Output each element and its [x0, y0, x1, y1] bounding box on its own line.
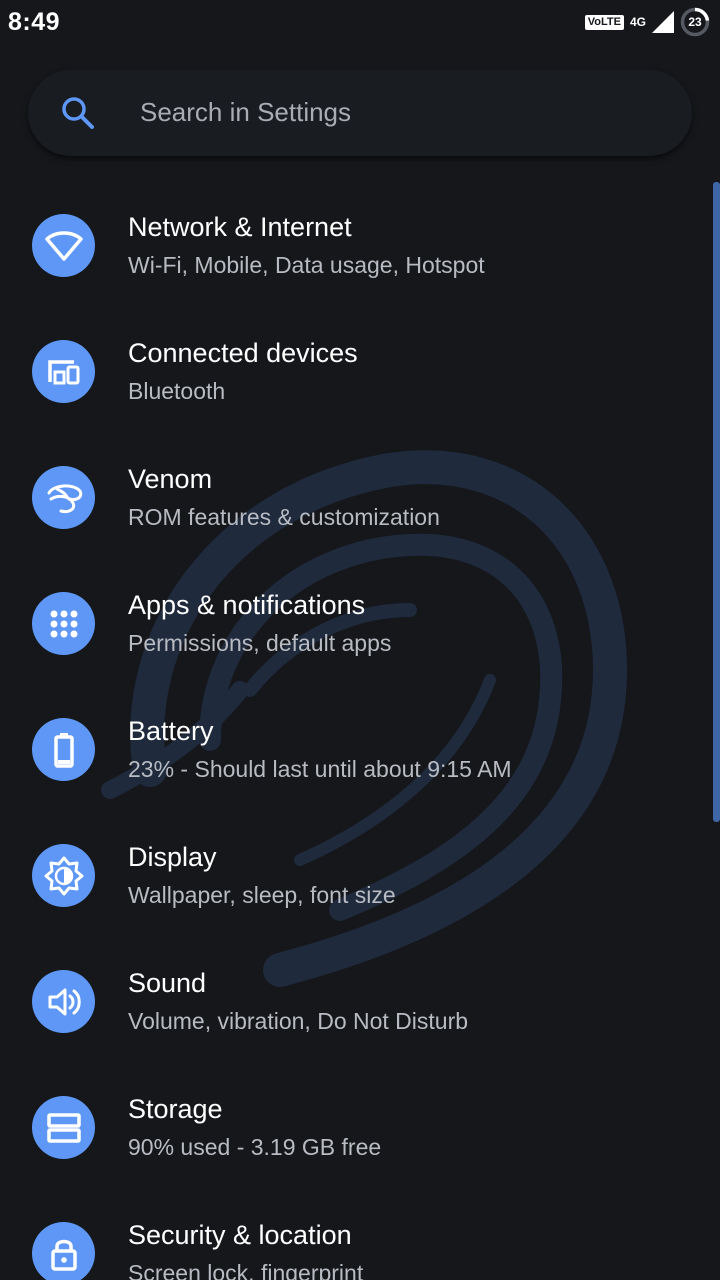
- battery-icon: [32, 718, 95, 781]
- item-title: Security & location: [128, 1220, 352, 1250]
- search-bar[interactable]: Search in Settings: [28, 70, 692, 156]
- search-icon: [62, 97, 94, 129]
- settings-item-security[interactable]: Security & location Screen lock, fingerp…: [0, 1190, 712, 1280]
- battery-ring-icon: 23: [680, 7, 710, 37]
- volume-icon: [32, 970, 95, 1033]
- battery-level-text: 23: [688, 15, 702, 29]
- settings-item-apps[interactable]: Apps & notifications Permissions, defaul…: [0, 560, 712, 686]
- item-title: Storage: [128, 1094, 223, 1124]
- settings-screen: 8:49 VoLTE 4G 23 Search in Settings Netw…: [0, 0, 720, 1280]
- settings-item-sound[interactable]: Sound Volume, vibration, Do Not Disturb: [0, 938, 712, 1064]
- status-icons: VoLTE 4G 23: [584, 6, 710, 38]
- cell-signal-icon: [652, 11, 674, 33]
- lock-icon: [32, 1222, 95, 1280]
- settings-item-storage[interactable]: Storage 90% used - 3.19 GB free: [0, 1064, 712, 1190]
- status-time: 8:49: [8, 8, 61, 36]
- item-title: Battery: [128, 716, 214, 746]
- item-title: Network & Internet: [128, 212, 352, 242]
- item-summary: ROM features & customization: [128, 504, 440, 530]
- settings-list: Network & Internet Wi-Fi, Mobile, Data u…: [0, 182, 712, 1280]
- item-summary: Permissions, default apps: [128, 630, 392, 656]
- search-placeholder: Search in Settings: [140, 97, 352, 127]
- settings-item-connected-devices[interactable]: Connected devices Bluetooth: [0, 308, 712, 434]
- item-summary: Wi-Fi, Mobile, Data usage, Hotspot: [128, 252, 485, 278]
- item-summary: Volume, vibration, Do Not Disturb: [128, 1008, 469, 1034]
- item-title: Connected devices: [128, 338, 358, 368]
- item-title: Venom: [128, 464, 213, 494]
- settings-item-network[interactable]: Network & Internet Wi-Fi, Mobile, Data u…: [0, 182, 712, 308]
- scrollbar[interactable]: [713, 182, 720, 822]
- item-summary: Screen lock, fingerprint: [128, 1260, 364, 1280]
- item-summary: 23% - Should last until about 9:15 AM: [128, 756, 512, 782]
- devices-icon: [32, 340, 95, 403]
- item-summary: Wallpaper, sleep, font size: [128, 882, 396, 908]
- apps-grid-icon: [32, 592, 95, 655]
- brightness-icon: [32, 844, 95, 907]
- item-title: Sound: [128, 968, 207, 998]
- item-title: Apps & notifications: [128, 590, 366, 620]
- item-title: Display: [128, 842, 217, 872]
- venom-icon: [32, 466, 95, 529]
- settings-item-venom[interactable]: Venom ROM features & customization: [0, 434, 712, 560]
- settings-item-battery[interactable]: Battery 23% - Should last until about 9:…: [0, 686, 712, 812]
- item-summary: Bluetooth: [128, 378, 226, 404]
- settings-item-display[interactable]: Display Wallpaper, sleep, font size: [0, 812, 712, 938]
- volte-badge: VoLTE: [584, 14, 624, 30]
- storage-icon: [32, 1096, 95, 1159]
- network-type: 4G: [629, 15, 646, 29]
- wifi-icon: [32, 214, 95, 277]
- status-bar: 8:49 VoLTE 4G 23: [0, 0, 720, 44]
- item-summary: 90% used - 3.19 GB free: [128, 1134, 382, 1160]
